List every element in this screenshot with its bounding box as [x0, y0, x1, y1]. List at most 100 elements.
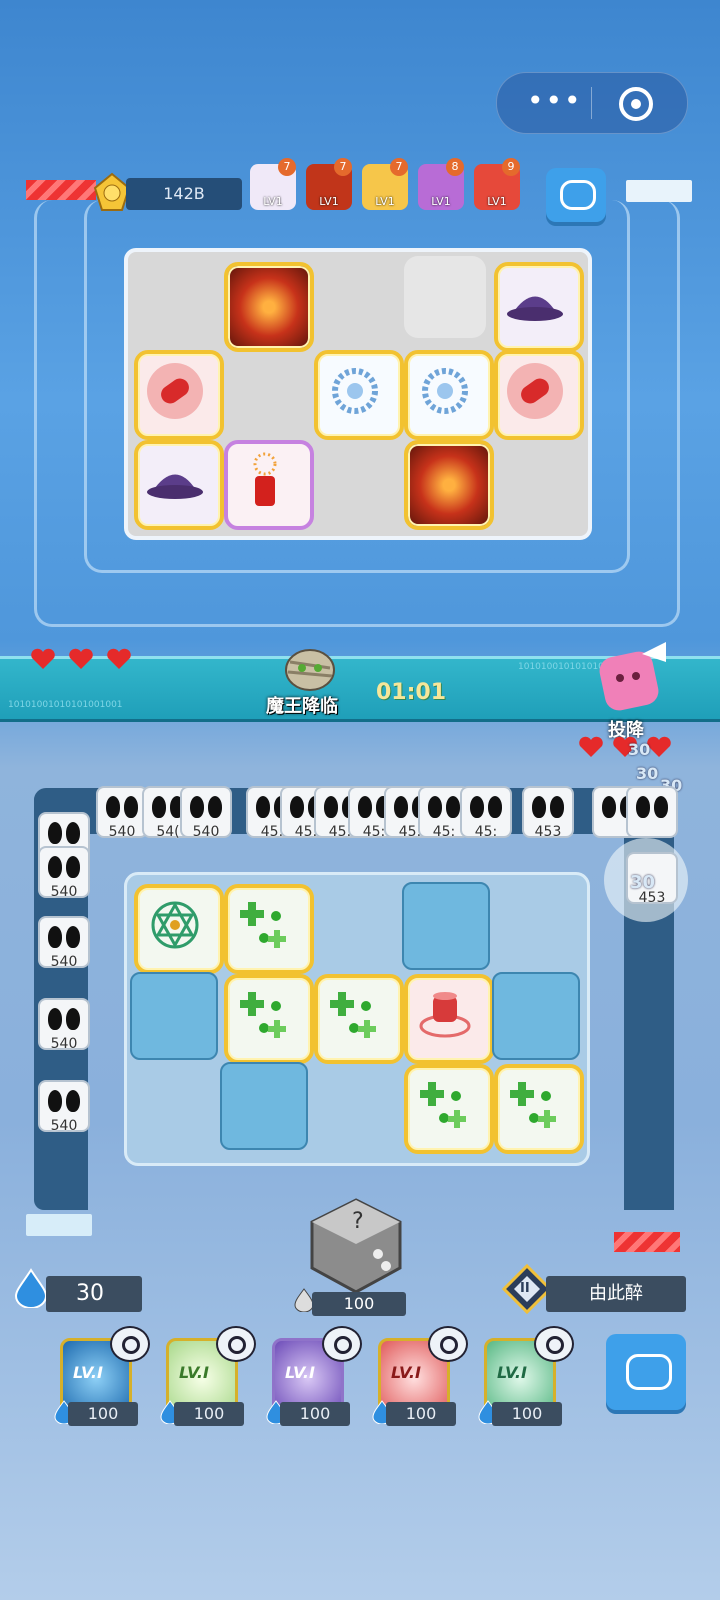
- boss-title: 魔王降临: [266, 696, 338, 717]
- deck-card-cost: 100: [174, 1402, 244, 1426]
- heart-icon: [31, 648, 55, 669]
- deck-lv-label: LV1: [263, 195, 283, 208]
- player-rank-label: II: [520, 1281, 530, 1296]
- monster-hp: 540: [50, 1118, 78, 1134]
- view-eye-icon[interactable]: [110, 1326, 150, 1362]
- player-dice-target[interactable]: [404, 974, 494, 1064]
- capsule-divider: [591, 87, 592, 119]
- damage-text: 30: [628, 740, 651, 759]
- plus-icon: [240, 902, 286, 948]
- mummy-boss-icon: [282, 646, 338, 692]
- binary-decoration: 10101001010101001001: [8, 700, 123, 710]
- player-dice-heal[interactable]: [494, 1064, 584, 1154]
- opponent-dice-bullet: [134, 350, 224, 440]
- deck-level-badge: 8: [446, 158, 464, 176]
- opponent-blue-exit: [626, 180, 692, 202]
- opponent-dice-witch: [134, 440, 224, 530]
- player-dice-heal[interactable]: [224, 884, 314, 974]
- player-dice-heal[interactable]: [404, 1064, 494, 1154]
- opponent-deck-witch-hat: 7 LV1: [250, 158, 296, 210]
- monster: 540: [38, 1080, 90, 1134]
- view-eye-icon[interactable]: [428, 1326, 468, 1362]
- opponent-chat-button[interactable]: [546, 168, 606, 222]
- monster-hp: 540: [108, 824, 136, 840]
- player-dice-compass[interactable]: [134, 884, 224, 974]
- opponent-empty-slot: [404, 256, 486, 338]
- deck-lv-label: LV.I: [497, 1363, 527, 1382]
- opponent-deck-firecracker: 8 LV1: [418, 158, 464, 210]
- view-eye-icon[interactable]: [534, 1326, 574, 1362]
- deck-lv-label: LV.I: [179, 1363, 209, 1382]
- deck-level-badge: 7: [390, 158, 408, 176]
- opponent-score: 142B: [126, 178, 242, 210]
- view-eye-icon[interactable]: [216, 1326, 256, 1362]
- monster-hp: 540: [50, 1036, 78, 1052]
- witch-hat-icon: [507, 296, 563, 321]
- roll-dice-button[interactable]: ?: [306, 1196, 406, 1296]
- sp-value: 30: [46, 1276, 142, 1312]
- view-eye-icon[interactable]: [322, 1326, 362, 1362]
- plus-icon: [240, 992, 286, 1038]
- opponent-dice-fire: [224, 262, 314, 352]
- monster: 540: [38, 916, 90, 970]
- deck-lv-label: LV.I: [391, 1363, 421, 1382]
- target-icon: [419, 992, 471, 1038]
- opponent-deck-fire: 7 LV1: [306, 158, 352, 210]
- sun-icon: [422, 368, 468, 414]
- plus-icon: [330, 992, 376, 1038]
- opponent-dice-fire: [404, 440, 494, 530]
- player-name: 由此醉: [546, 1276, 686, 1312]
- empty-board-slot[interactable]: [492, 972, 580, 1060]
- opponent-deck-sun: 7 LV1: [362, 158, 408, 210]
- deck-card-cost: 100: [280, 1402, 350, 1426]
- monster: 45:: [460, 786, 512, 840]
- chat-icon: [626, 1354, 672, 1390]
- surrender-button[interactable]: [596, 640, 672, 716]
- roll-cost-drop-icon: [294, 1288, 314, 1312]
- empty-board-slot[interactable]: [402, 882, 490, 970]
- roll-dice-icon: ?: [310, 1198, 402, 1294]
- opponent-dice-sun: [314, 350, 404, 440]
- sp-drop-icon: [14, 1268, 48, 1308]
- opponent-dice-witch: [494, 262, 584, 352]
- heart-icon: [107, 648, 131, 669]
- plus-icon: [510, 1082, 556, 1128]
- player-dice-heal[interactable]: [314, 974, 404, 1064]
- damage-text: 30: [636, 764, 659, 783]
- heart-icon: [579, 736, 603, 757]
- empty-board-slot[interactable]: [220, 1062, 308, 1150]
- close-target-icon[interactable]: [619, 87, 653, 121]
- player-dice-heal[interactable]: [224, 974, 314, 1064]
- deck-card-cost: 100: [68, 1402, 138, 1426]
- svg-text:?: ?: [352, 1209, 364, 1234]
- deck-lv-label: LV1: [319, 195, 339, 208]
- bullet-icon: [147, 363, 203, 419]
- deck-level-badge: 7: [278, 158, 296, 176]
- deck-card-cost: 100: [492, 1402, 562, 1426]
- heart-icon: [69, 648, 93, 669]
- deck-lv-label: LV1: [487, 195, 507, 208]
- surrender-dice-icon: [599, 642, 666, 711]
- more-icon[interactable]: •••: [527, 87, 583, 115]
- deck-level-badge: 7: [334, 158, 352, 176]
- monster-hp: 45:: [474, 824, 498, 840]
- monster: 540: [96, 786, 148, 840]
- deck-level-badge: 9: [502, 158, 520, 176]
- deck-lv-label: LV1: [375, 195, 395, 208]
- mini-program-capsule: •••: [496, 72, 688, 134]
- firecracker-icon: [253, 452, 277, 506]
- monster-hp: 540: [50, 954, 78, 970]
- damage-text: 30: [630, 872, 656, 893]
- opponent-dice-firecracker: [224, 440, 314, 530]
- match-timer: 01:01: [376, 680, 447, 705]
- sun-icon: [332, 368, 378, 414]
- opponent-dice-bullet: [494, 350, 584, 440]
- player-chat-button[interactable]: [606, 1334, 686, 1410]
- monster: 540: [38, 998, 90, 1052]
- monster: [626, 786, 678, 838]
- roll-cost: 100: [312, 1292, 406, 1316]
- player-blue-exit: [26, 1214, 92, 1236]
- empty-board-slot[interactable]: [130, 972, 218, 1060]
- monster-hp: 453: [534, 824, 562, 840]
- opponent-dice-sun: [404, 350, 494, 440]
